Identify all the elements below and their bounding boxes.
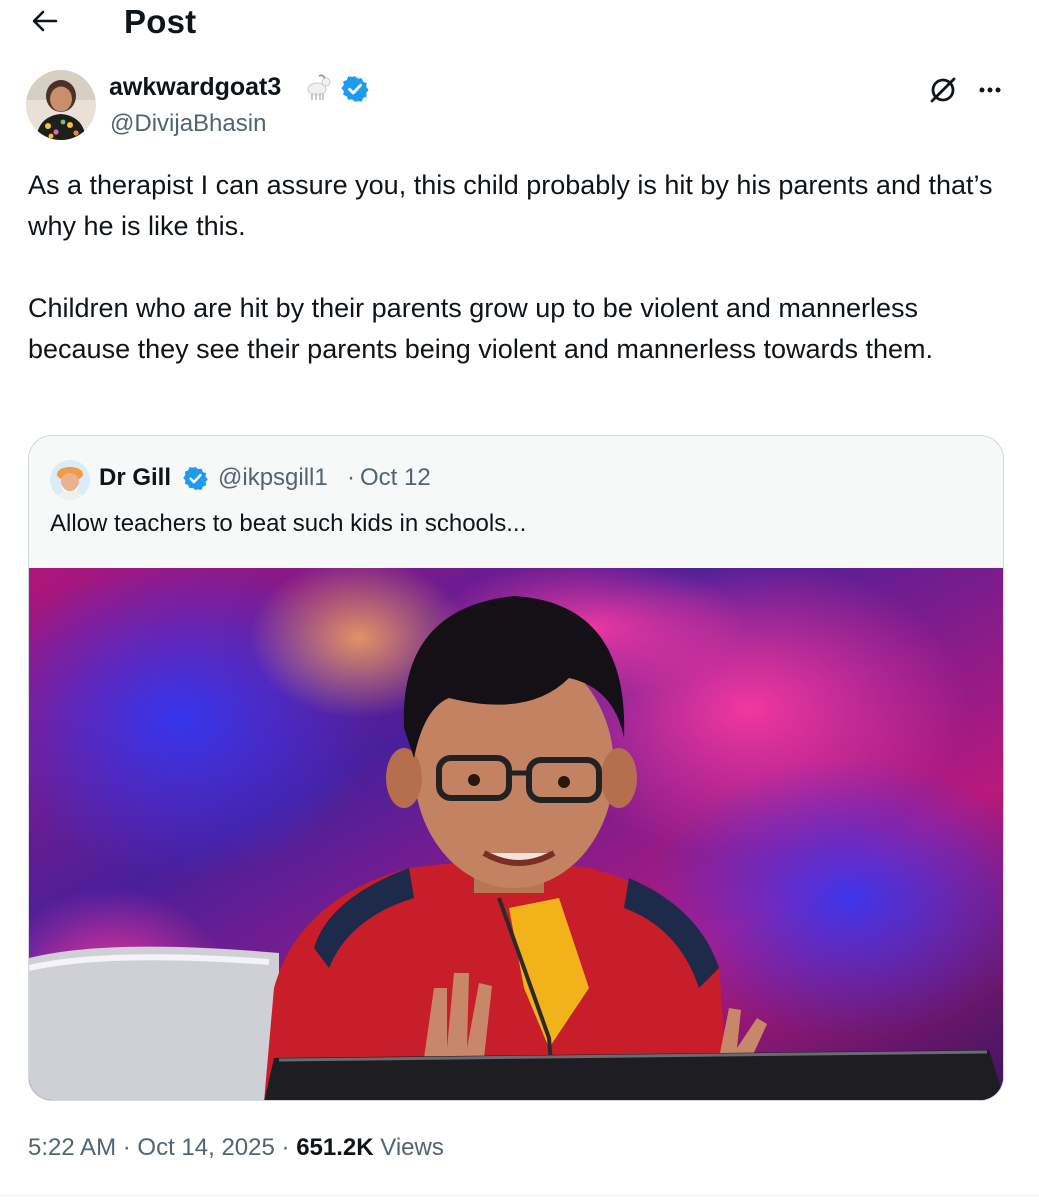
author-avatar[interactable] xyxy=(26,70,96,140)
quote-author-name[interactable]: Dr Gill xyxy=(99,464,171,492)
quoted-post[interactable]: Dr Gill @ikpsgill1 · Oct 12 Allow teache… xyxy=(28,435,1004,1101)
verified-badge-icon xyxy=(340,74,370,104)
separator-dot: · xyxy=(281,1134,290,1161)
post-meta: 5:22 AM · Oct 14, 2025 · 651.2K Views xyxy=(28,1134,444,1162)
quote-author-avatar[interactable] xyxy=(50,460,90,500)
post-date[interactable]: Oct 14, 2025 xyxy=(137,1134,274,1161)
arrow-left-icon xyxy=(32,10,58,32)
separator-dot: · xyxy=(122,1134,131,1161)
author-handle[interactable]: @DivijaBhasin xyxy=(110,110,266,138)
author-name[interactable]: awkwardgoat3 xyxy=(109,73,281,102)
views-label: Views xyxy=(380,1134,444,1161)
avatar-image xyxy=(26,70,96,140)
post-time[interactable]: 5:22 AM xyxy=(28,1134,116,1161)
top-bar: Post xyxy=(0,0,1039,44)
quote-media-image[interactable] xyxy=(29,558,1003,1100)
post-paragraph: As a therapist I can assure you, this ch… xyxy=(28,170,993,241)
post-paragraph: Children who are hit by their parents gr… xyxy=(28,293,934,364)
more-horizontal-icon[interactable] xyxy=(974,74,1006,106)
divider xyxy=(0,1195,1039,1196)
back-button[interactable] xyxy=(28,4,62,38)
avatar-image xyxy=(50,460,90,500)
verified-badge-icon xyxy=(182,465,209,492)
quote-date[interactable]: Oct 12 xyxy=(360,464,431,492)
grok-icon[interactable] xyxy=(925,72,961,108)
separator-dot: · xyxy=(347,464,355,491)
photo-boy-red-jacket-glasses-stage xyxy=(29,558,1003,1100)
views-count[interactable]: 651.2K xyxy=(296,1134,373,1161)
post-text: As a therapist I can assure you, this ch… xyxy=(28,165,1008,370)
quote-author-handle[interactable]: @ikpsgill1 xyxy=(218,464,328,492)
page-title: Post xyxy=(124,3,197,40)
goat-emoji-icon xyxy=(302,72,332,102)
quote-text: Allow teachers to beat such kids in scho… xyxy=(50,510,527,537)
